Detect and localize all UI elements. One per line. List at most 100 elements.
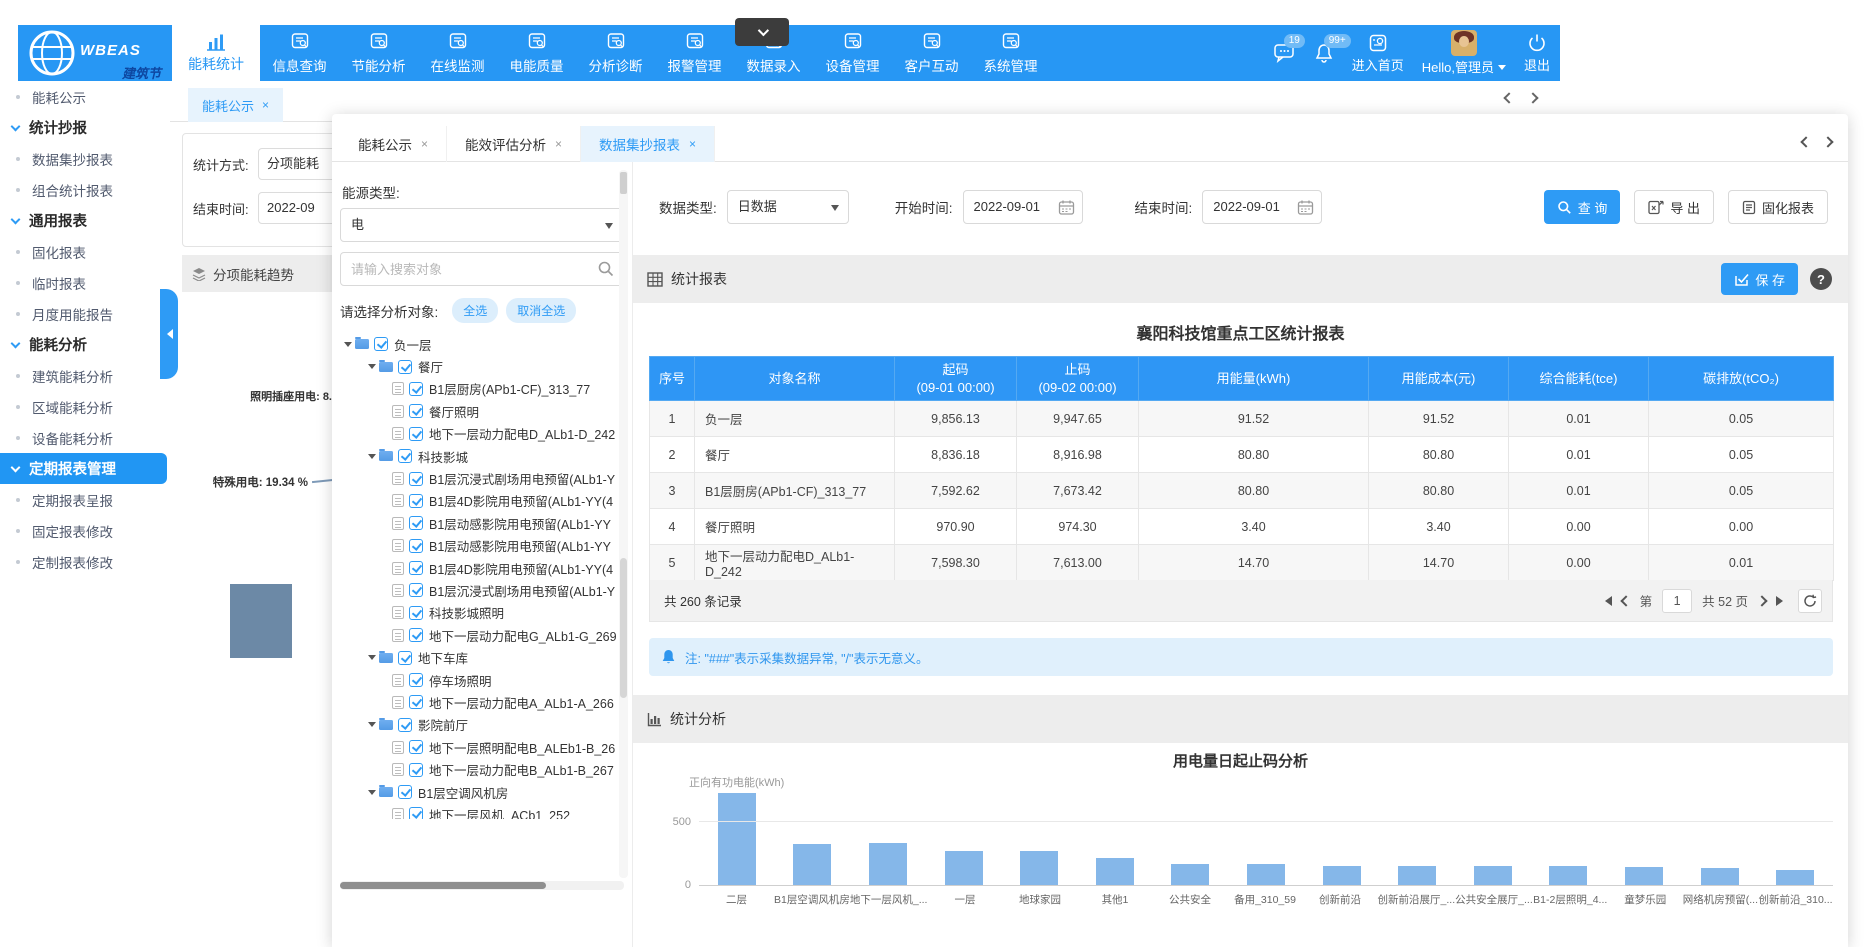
tree-node-21[interactable]: B1层空调风机房 <box>340 781 624 803</box>
search-icon[interactable] <box>597 260 615 278</box>
checkbox-checked[interactable] <box>409 740 423 754</box>
nav-item-energy-stats-active[interactable]: 能耗统计 <box>172 25 260 81</box>
sidebar-item-8[interactable]: 月度用能报告 <box>0 298 167 329</box>
checkbox-checked[interactable] <box>409 539 423 553</box>
tree-node-19[interactable]: 地下一层照明配电B_ALEb1-B_26 <box>340 736 624 758</box>
sidebar-item-13[interactable]: 定期报表管理 <box>0 453 167 484</box>
tab-scroll-right-icon[interactable] <box>1822 136 1833 147</box>
checkbox-checked[interactable] <box>409 606 423 620</box>
tree-node-9[interactable]: B1层动感影院用电预留(ALb1-YY <box>340 512 624 534</box>
close-icon[interactable]: × <box>555 137 562 151</box>
tree-node-3[interactable]: B1层厨房(APb1-CF)_313_77 <box>340 378 624 400</box>
expand-icon[interactable] <box>368 364 376 373</box>
next-page-icon[interactable] <box>1756 595 1767 606</box>
sidebar-item-11[interactable]: 区域能耗分析 <box>0 391 167 422</box>
checkbox-checked[interactable] <box>409 763 423 777</box>
tree-node-14[interactable]: 地下一层动力配电G_ALb1-G_269 <box>340 624 624 646</box>
window-tab-3[interactable]: 数据集抄报表× <box>581 126 715 162</box>
checkbox-checked[interactable] <box>409 516 423 530</box>
nav-item-9[interactable]: 客户互动 <box>892 25 971 81</box>
sidebar-item-2[interactable]: 统计抄报 <box>0 112 167 143</box>
checkbox-checked[interactable] <box>409 673 423 687</box>
sidebar-item-9[interactable]: 能耗分析 <box>0 329 167 360</box>
tree-node-5[interactable]: 地下一层动力配电D_ALb1-D_242 <box>340 423 624 445</box>
expand-icon[interactable] <box>368 722 376 731</box>
nav-item-6[interactable]: 报警管理 <box>655 25 734 81</box>
checkbox-checked[interactable] <box>398 785 412 799</box>
enter-home-button[interactable]: 进入首页 <box>1352 33 1404 74</box>
logout-button[interactable]: 退出 <box>1524 33 1550 74</box>
data-type-select[interactable]: 日数据 <box>727 190 849 224</box>
prev-page-icon[interactable] <box>1620 595 1631 606</box>
tree-node-18[interactable]: 影院前厅 <box>340 714 624 736</box>
checkbox-checked[interactable] <box>409 494 423 508</box>
tree-node-20[interactable]: 地下一层动力配电B_ALb1-B_267 <box>340 758 624 780</box>
deselect-all-button[interactable]: 取消全选 <box>506 298 576 323</box>
expand-icon[interactable] <box>368 655 376 664</box>
sidebar-item-6[interactable]: 固化报表 <box>0 236 167 267</box>
tab-scroll-left-icon[interactable] <box>1800 136 1811 147</box>
expand-icon[interactable] <box>368 454 376 463</box>
sidebar-item-15[interactable]: 固定报表修改 <box>0 515 167 546</box>
nav-item-8[interactable]: 设备管理 <box>813 25 892 81</box>
checkbox-checked[interactable] <box>398 449 412 463</box>
checkbox-checked[interactable] <box>409 472 423 486</box>
last-page-icon[interactable] <box>1776 596 1788 606</box>
tree-node-16[interactable]: 停车场照明 <box>340 669 624 691</box>
sidebar-item-5[interactable]: 通用报表 <box>0 205 167 236</box>
checkbox-checked[interactable] <box>398 360 412 374</box>
checkbox-checked[interactable] <box>374 337 388 351</box>
checkbox-checked[interactable] <box>409 583 423 597</box>
save-button[interactable]: 保 存 <box>1721 263 1798 295</box>
nav-item-1[interactable]: 信息查询 <box>260 25 339 81</box>
window-tab-2[interactable]: 能效评估分析× <box>447 126 581 162</box>
solidify-report-button[interactable]: 固化报表 <box>1728 190 1828 224</box>
tree-vertical-scrollbar[interactable] <box>619 170 628 878</box>
energy-type-select[interactable]: 电 <box>340 208 624 242</box>
nav-item-2[interactable]: 节能分析 <box>339 25 418 81</box>
browser-dropdown-hint[interactable] <box>735 18 789 46</box>
tree-node-17[interactable]: 地下一层动力配电A_ALb1-A_266 <box>340 691 624 713</box>
first-page-icon[interactable] <box>1600 596 1612 606</box>
window-tab-1[interactable]: 能耗公示× <box>340 126 447 162</box>
scrollbar-top-thumb[interactable] <box>620 172 627 194</box>
checkbox-checked[interactable] <box>409 404 423 418</box>
sidebar-item-14[interactable]: 定期报表呈报 <box>0 484 167 515</box>
expand-icon[interactable] <box>344 342 352 351</box>
sidebar-item-4[interactable]: 组合统计报表 <box>0 174 167 205</box>
close-icon[interactable]: × <box>689 137 696 151</box>
checkbox-checked[interactable] <box>398 651 412 665</box>
sidebar-item-10[interactable]: 建筑能耗分析 <box>0 360 167 391</box>
export-button[interactable]: 导 出 <box>1634 190 1714 224</box>
nav-item-4[interactable]: 电能质量 <box>497 25 576 81</box>
alerts-bell-icon[interactable]: 99+ <box>1314 43 1334 63</box>
sidebar-item-7[interactable]: 临时报表 <box>0 267 167 298</box>
help-button[interactable]: ? <box>1810 268 1832 290</box>
sidebar-item-3[interactable]: 数据集抄报表 <box>0 143 167 174</box>
sidebar-item-12[interactable]: 设备能耗分析 <box>0 422 167 453</box>
end-date-input[interactable]: 2022-09-01 <box>1202 190 1322 224</box>
checkbox-checked[interactable] <box>409 695 423 709</box>
scrollbar-thumb[interactable] <box>620 558 627 698</box>
outer-end-time-input[interactable]: 2022-09 <box>258 192 341 224</box>
checkbox-checked[interactable] <box>398 718 412 732</box>
close-icon[interactable]: × <box>262 98 269 112</box>
select-all-button[interactable]: 全选 <box>452 298 498 323</box>
tree-node-10[interactable]: B1层动感影院用电预留(ALb1-YY <box>340 535 624 557</box>
nav-item-3[interactable]: 在线监测 <box>418 25 497 81</box>
tree-search-input[interactable] <box>351 254 581 284</box>
tree-node-22[interactable]: 地下一层风机_ACb1_252 <box>340 803 624 819</box>
page-number-input[interactable]: 1 <box>1662 589 1692 613</box>
scrollbar-thumb[interactable] <box>340 882 546 889</box>
tab-scroll-right-icon[interactable] <box>1527 92 1538 103</box>
sidebar-collapse-handle[interactable] <box>160 289 178 379</box>
refresh-button[interactable] <box>1798 589 1822 613</box>
tree-node-7[interactable]: B1层沉浸式剧场用电预留(ALb1-Y <box>340 467 624 489</box>
tree-node-12[interactable]: B1层沉浸式剧场用电预留(ALb1-Y <box>340 579 624 601</box>
nav-item-10[interactable]: 系统管理 <box>971 25 1050 81</box>
tree-node-13[interactable]: 科技影城照明 <box>340 602 624 624</box>
tree-node-6[interactable]: 科技影城 <box>340 445 624 467</box>
tree-node-4[interactable]: 餐厅照明 <box>340 400 624 422</box>
nav-item-5[interactable]: 分析诊断 <box>576 25 655 81</box>
user-menu[interactable]: Hello,管理员 <box>1422 30 1506 76</box>
